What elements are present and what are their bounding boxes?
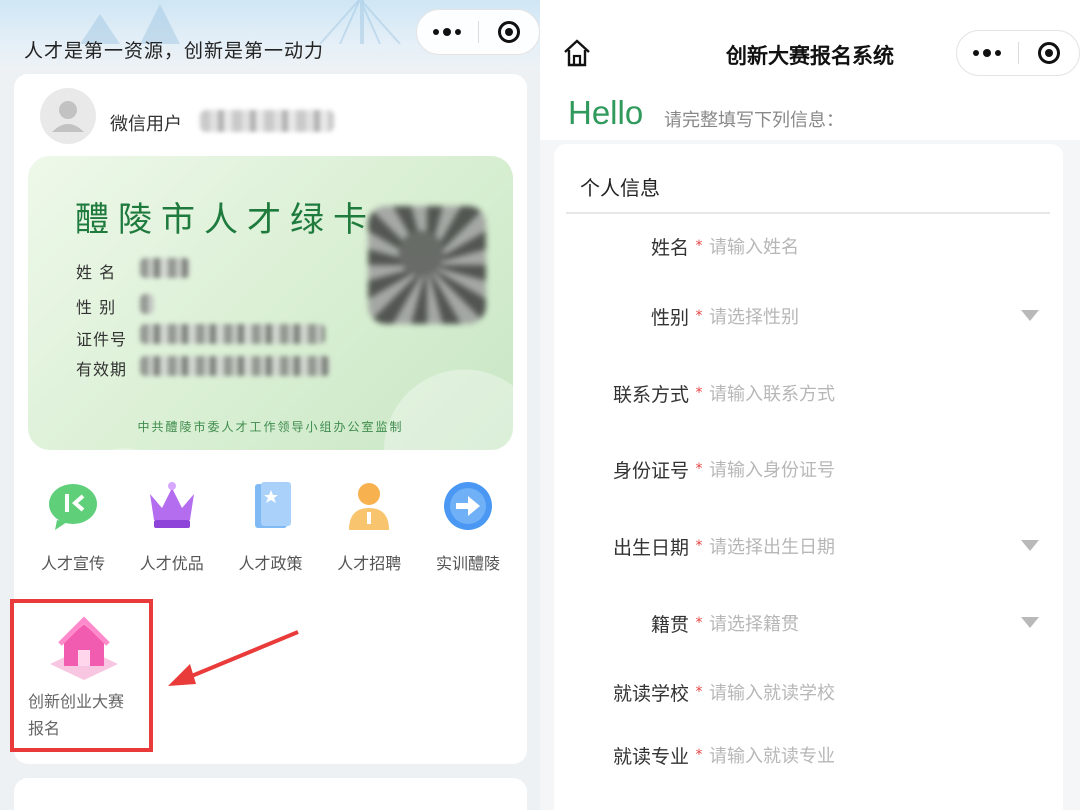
field-label: 身份证号 [612,459,689,482]
major-input[interactable]: 请输入就读专业 [709,742,835,768]
dropdown-caret-icon[interactable] [1021,540,1039,551]
field-row-name[interactable]: 姓名 * 请输入姓名 [554,226,1063,266]
hello-heading: Hello [568,94,644,131]
name-input[interactable]: 请输入姓名 [709,233,799,259]
required-mark: * [695,385,703,401]
service-label: 人才优品 [139,554,204,573]
service-talent-policy[interactable]: 人才政策 [226,476,316,574]
section-title: 个人信息 [580,176,660,200]
more-options-icon[interactable] [957,48,1018,57]
idcard-input[interactable]: 请输入身份证号 [709,456,835,482]
book-icon [241,476,301,536]
blurred-name-value [140,258,190,278]
registration-form: 个人信息 姓名 * 请输入姓名 性别 * 请选择性别 联系方式 * 请输入联系方… [554,144,1063,810]
green-card-title: 醴陵市人才绿卡 [75,200,376,240]
field-row-school[interactable]: 就读学校 * 请输入就读学校 [554,672,1063,712]
username: 微信用户 [110,114,182,135]
hello-subtitle: 请完整填写下列信息： [664,110,844,131]
required-mark: * [695,308,703,324]
field-row-major[interactable]: 就读专业 * 请输入就读专业 [554,735,1063,775]
field-label: 联系方式 [612,383,689,406]
field-label: 就读学校 [612,682,689,705]
service-label: 人才政策 [238,554,303,573]
gender-select[interactable]: 请选择性别 [709,303,799,329]
miniprogram-capsule [416,9,540,55]
more-options-icon[interactable] [417,27,478,36]
field-label: 姓名 [650,236,689,259]
next-card [14,778,527,810]
close-miniprogram-icon[interactable] [478,21,539,43]
field-row-birthdate[interactable]: 出生日期 * 请选择出生日期 [554,526,1063,566]
required-mark: * [695,238,703,254]
service-shortcuts: 人才宣传 人才优品 人才政策 人才招聘 实训醴陵 [28,476,513,574]
chat-icon [43,476,103,536]
blurred-id-value [140,324,325,344]
field-label: 籍贯 [650,613,689,636]
service-label: 人才宣传 [40,554,105,573]
service-label: 人才招聘 [337,554,402,573]
field-row-contact[interactable]: 联系方式 * 请输入联系方式 [554,373,1063,413]
hometown-select[interactable]: 请选择籍贯 [709,610,799,636]
arrow-right-icon [438,476,498,536]
field-id-label: 证件号 [76,330,128,349]
field-row-idcard[interactable]: 身份证号 * 请输入身份证号 [554,449,1063,489]
required-mark: * [695,684,703,700]
birthdate-select[interactable]: 请选择出生日期 [709,533,835,559]
left-screen: 人才是第一资源，创新是第一动力 微信用户 醴陵市人才绿卡 姓 名 性 别 证件号… [0,0,540,810]
service-talent-promo[interactable]: 人才宣传 [28,476,118,574]
highlight-box [10,599,153,752]
service-training[interactable]: 实训醴陵 [423,476,513,574]
miniprogram-capsule [956,30,1080,76]
required-mark: * [695,461,703,477]
service-talent-products[interactable]: 人才优品 [127,476,217,574]
crown-icon [142,476,202,536]
section-divider [566,212,1050,214]
default-avatar-icon [52,101,84,132]
green-card-footer: 中共醴陵市委人才工作领导小组办公室监制 [137,420,404,434]
field-row-gender[interactable]: 性别 * 请选择性别 [554,296,1063,336]
field-name-label: 姓 名 [76,263,117,282]
close-miniprogram-icon[interactable] [1018,42,1079,64]
blurred-user-id [200,110,334,132]
service-label: 实训醴陵 [435,554,500,573]
red-arrow-annotation [168,630,299,686]
avatar[interactable] [40,88,96,144]
talent-green-card[interactable]: 醴陵市人才绿卡 姓 名 性 别 证件号 有效期 中共醴陵市委人才工作领导小组办公… [28,156,513,450]
required-mark: * [695,538,703,554]
field-gender-label: 性 别 [76,298,117,317]
blurred-photo [368,206,486,324]
school-input[interactable]: 请输入就读学校 [709,679,835,705]
contact-input[interactable]: 请输入联系方式 [709,380,835,406]
dropdown-caret-icon[interactable] [1021,310,1039,321]
person-icon [339,476,399,536]
field-label: 性别 [650,306,689,329]
right-screen: 创新大赛报名系统 Hello 请完整填写下列信息： 个人信息 姓名 * 请输入姓… [540,0,1080,810]
blurred-gender-value [140,294,154,314]
field-validity-label: 有效期 [76,360,128,379]
required-mark: * [695,747,703,763]
dropdown-caret-icon[interactable] [1021,617,1039,628]
slogan-text: 人才是第一资源，创新是第一动力 [24,40,325,62]
field-label: 出生日期 [612,536,689,559]
field-label: 就读专业 [612,745,689,768]
service-talent-recruit[interactable]: 人才招聘 [324,476,414,574]
blurred-validity-value [140,356,330,376]
required-mark: * [695,615,703,631]
field-row-hometown[interactable]: 籍贯 * 请选择籍贯 [554,603,1063,643]
